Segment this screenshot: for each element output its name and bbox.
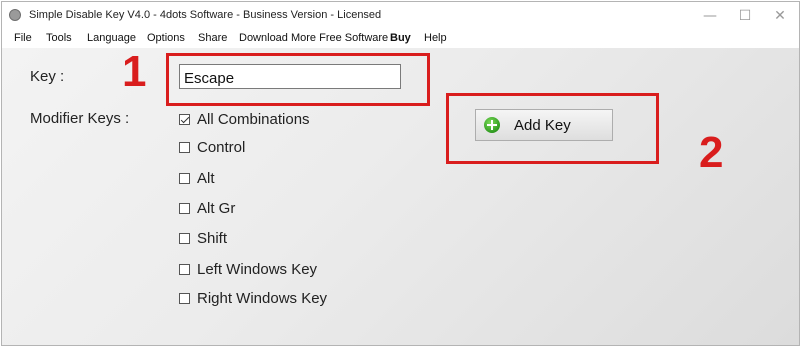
checkbox-shift[interactable]	[179, 232, 190, 244]
modifier-control[interactable]: Control	[179, 137, 245, 157]
menu-download-more[interactable]: Download More Free Software	[239, 32, 388, 44]
modifier-right-windows[interactable]: Right Windows Key	[179, 288, 327, 308]
checkbox-label: Left Windows Key	[197, 260, 318, 278]
modifier-left-windows[interactable]: Left Windows Key	[179, 259, 317, 279]
modifier-shift[interactable]: Shift	[179, 228, 227, 248]
modifier-all-combinations[interactable]: All Combinations	[179, 109, 310, 129]
app-icon	[9, 9, 21, 21]
checkbox-control[interactable]	[179, 141, 190, 153]
checkbox-left-windows[interactable]	[179, 263, 190, 275]
checkbox-label: Control	[197, 138, 246, 156]
menu-help[interactable]: Help	[424, 32, 447, 44]
app-window: Simple Disable Key V4.0 - 4dots Software…	[1, 1, 800, 346]
menu-options[interactable]: Options	[147, 32, 185, 44]
close-button[interactable]: ✕	[765, 4, 795, 28]
callout-number-1: 1	[122, 47, 147, 96]
checkbox-all-combinations[interactable]	[179, 113, 190, 125]
checkbox-label: Right Windows Key	[197, 289, 328, 307]
menu-tools[interactable]: Tools	[46, 32, 72, 44]
callout-box-1	[166, 53, 430, 106]
checkbox-label: Alt Gr	[197, 199, 236, 217]
menu-bar: File Tools Language Options Share Downlo…	[2, 30, 799, 48]
menu-share[interactable]: Share	[198, 32, 227, 44]
modifier-keys-label: Modifier Keys :	[30, 110, 130, 127]
checkbox-label: Shift	[197, 229, 228, 247]
title-bar: Simple Disable Key V4.0 - 4dots Software…	[2, 2, 799, 30]
maximize-button[interactable]: ☐	[730, 4, 760, 28]
modifier-alt-gr[interactable]: Alt Gr	[179, 198, 235, 218]
modifier-alt[interactable]: Alt	[179, 168, 215, 188]
checkbox-label: All Combinations	[197, 110, 310, 128]
checkbox-alt[interactable]	[179, 172, 190, 184]
window-title: Simple Disable Key V4.0 - 4dots Software…	[29, 9, 382, 21]
callout-number-2: 2	[699, 128, 724, 177]
menu-file[interactable]: File	[14, 32, 32, 44]
checkbox-alt-gr[interactable]	[179, 202, 190, 214]
key-label: Key :	[30, 68, 65, 85]
callout-box-2	[446, 93, 659, 164]
minimize-button[interactable]: —	[695, 4, 725, 28]
checkbox-label: Alt	[197, 169, 215, 187]
menu-language[interactable]: Language	[87, 32, 136, 44]
checkbox-right-windows[interactable]	[179, 292, 190, 304]
menu-buy[interactable]: Buy	[390, 32, 411, 44]
